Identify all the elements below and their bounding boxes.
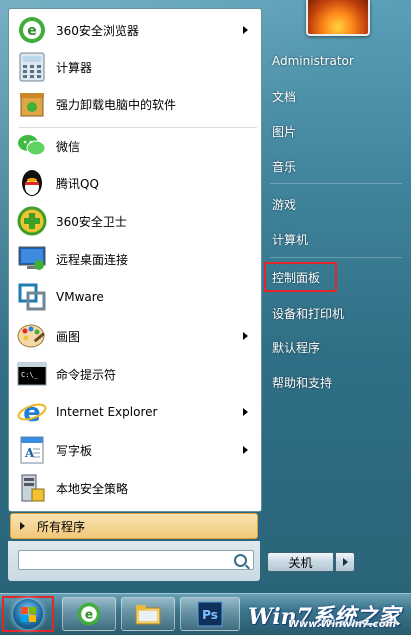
arrow-right-icon xyxy=(20,522,25,530)
watermark: Win7系统之家 Www.Winwin7.com xyxy=(248,595,411,634)
uninstaller-icon xyxy=(16,88,48,120)
svg-text:Ps: Ps xyxy=(202,608,218,622)
photoshop-icon: Ps xyxy=(197,601,223,627)
program-label: 360安全卫士 xyxy=(56,214,127,229)
windows-logo-icon xyxy=(13,599,43,629)
internet-explorer-icon: e xyxy=(16,396,48,428)
svg-text:e: e xyxy=(27,23,37,39)
all-programs-button[interactable]: 所有程序 xyxy=(10,513,258,539)
program-label: 写字板 xyxy=(56,443,93,458)
program-list: e 360安全浏览器 计算器 强力卸载电脑中的软件 微信 腾讯QQ 360安全卫… xyxy=(8,8,262,512)
program-local-security-policy[interactable]: 本地安全策略 xyxy=(12,470,258,506)
program-label: 强力卸载电脑中的软件 xyxy=(56,97,177,112)
program-label: 计算器 xyxy=(56,60,93,75)
svg-text:C:\_: C:\_ xyxy=(21,371,39,379)
all-programs-label: 所有程序 xyxy=(37,519,86,534)
user-name-link[interactable]: Administrator xyxy=(272,54,354,68)
games-link[interactable]: 游戏 xyxy=(272,196,296,213)
svg-text:e: e xyxy=(23,398,41,427)
program-remote-desktop[interactable]: 远程桌面连接 xyxy=(12,241,258,277)
program-label: 命令提示符 xyxy=(56,367,117,382)
taskbar-360-browser[interactable]: e xyxy=(62,597,116,631)
vmware-icon xyxy=(16,281,48,313)
program-vmware[interactable]: VMware xyxy=(12,279,258,315)
search-area xyxy=(8,541,260,581)
qq-penguin-icon xyxy=(16,167,48,199)
shutdown-button[interactable]: 关机 xyxy=(267,552,334,572)
taskbar-photoshop[interactable]: Ps xyxy=(180,597,240,631)
program-label: 360安全浏览器 xyxy=(56,23,139,38)
program-label: Internet Explorer xyxy=(56,405,158,419)
computer-link[interactable]: 计算机 xyxy=(272,231,308,248)
program-calculator[interactable]: 计算器 xyxy=(12,49,258,85)
help-support-link[interactable]: 帮助和支持 xyxy=(272,374,332,391)
separator xyxy=(270,257,402,258)
submenu-arrow-icon[interactable] xyxy=(243,332,248,340)
program-qq[interactable]: 腾讯QQ xyxy=(12,165,258,201)
highlight-box xyxy=(264,262,337,292)
submenu-arrow-icon[interactable] xyxy=(243,26,248,34)
separator xyxy=(270,183,402,184)
program-paint[interactable]: 画图 xyxy=(12,318,258,354)
calculator-icon xyxy=(16,51,48,83)
user-avatar[interactable] xyxy=(306,0,370,36)
program-label: 本地安全策略 xyxy=(56,481,129,496)
program-internet-explorer[interactable]: e Internet Explorer xyxy=(12,394,258,430)
program-uninstaller[interactable]: 强力卸载电脑中的软件 xyxy=(12,86,258,122)
start-button[interactable] xyxy=(2,596,54,632)
shutdown-options-arrow-icon[interactable] xyxy=(335,552,355,572)
local-security-policy-icon xyxy=(16,472,48,504)
program-360-safeguard[interactable]: 360安全卫士 xyxy=(12,203,258,239)
pictures-link[interactable]: 图片 xyxy=(272,123,296,140)
360-browser-icon: e xyxy=(16,14,48,46)
folder-icon xyxy=(135,605,161,625)
wechat-icon xyxy=(16,130,48,162)
command-prompt-icon: C:\_ xyxy=(16,358,48,390)
music-link[interactable]: 音乐 xyxy=(272,158,296,175)
svg-text:e: e xyxy=(85,607,93,621)
documents-link[interactable]: 文档 xyxy=(272,88,296,105)
search-input[interactable] xyxy=(18,550,254,570)
submenu-arrow-icon[interactable] xyxy=(243,446,248,454)
watermark-site: Www.Winwin7.com xyxy=(288,619,397,630)
search-icon[interactable] xyxy=(234,554,247,567)
default-programs-link[interactable]: 默认程序 xyxy=(272,339,320,356)
remote-desktop-icon xyxy=(16,243,48,275)
program-label: 远程桌面连接 xyxy=(56,252,129,267)
program-label: 腾讯QQ xyxy=(56,176,99,191)
program-label: 微信 xyxy=(56,139,81,154)
submenu-arrow-icon[interactable] xyxy=(243,408,248,416)
360-browser-icon: e xyxy=(77,602,101,626)
program-label: 画图 xyxy=(56,329,81,344)
program-360-browser[interactable]: e 360安全浏览器 xyxy=(12,12,258,48)
program-wechat[interactable]: 微信 xyxy=(12,128,258,164)
program-command-prompt[interactable]: C:\_ 命令提示符 xyxy=(12,356,258,392)
program-wordpad[interactable]: A 写字板 xyxy=(12,432,258,468)
360-safeguard-icon xyxy=(16,205,48,237)
wordpad-icon: A xyxy=(16,434,48,466)
paint-icon xyxy=(16,320,48,352)
taskbar-explorer[interactable] xyxy=(121,597,175,631)
program-label: VMware xyxy=(56,290,104,304)
devices-printers-link[interactable]: 设备和打印机 xyxy=(272,305,344,322)
